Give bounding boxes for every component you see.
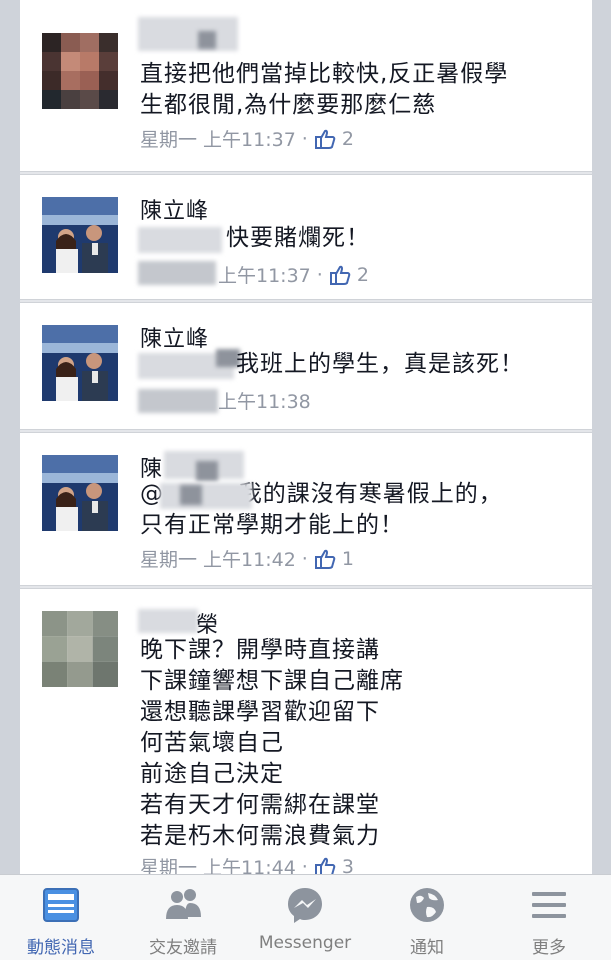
comment-item: 陳 @ 我的課沒有寒暑假上的， 只有正常學期才能上的！ 星期一 上午11:42 … [20, 432, 592, 586]
redacted-name [138, 609, 198, 633]
comment-feed: 直接把他們當掉比較快,反正暑假學 生都很閒,為什麼要那麼仁慈 星期一 上午11:… [20, 0, 592, 879]
comment-time[interactable]: 星期一 上午11:42 [140, 545, 296, 572]
redacted-date [138, 261, 216, 285]
separator: · [316, 263, 323, 286]
redacted-name [196, 461, 218, 481]
like-icon[interactable] [314, 128, 336, 150]
redacted-tag [160, 483, 252, 509]
comment-meta: 星期一 上午11:42 · 1 [140, 545, 354, 572]
tab-label: Messenger [258, 933, 352, 953]
comment-meta: 上午11:37 · 2 [218, 261, 369, 288]
comment-text: 我班上的學生，真是該死！ [236, 351, 524, 377]
comment-meta: 星期一 上午11:37 · 2 [140, 125, 354, 152]
separator: · [301, 547, 308, 570]
tab-friend-requests[interactable]: 交友邀請 [122, 875, 244, 960]
comment-item: 陳立峰 快要賭爛死！ 上午11:37 · 2 [20, 174, 592, 300]
friend-requests-icon [163, 885, 203, 925]
news-feed-icon [41, 885, 81, 925]
avatar[interactable] [42, 197, 118, 273]
redacted-tag [138, 227, 222, 253]
like-count[interactable]: 2 [357, 264, 369, 286]
comment-item: 榮 晚下課？開學時直接講 下課鐘響想下課自己離席 還想聽課學習歡迎留下 何苦氣壞… [20, 588, 592, 879]
globe-icon [407, 885, 447, 925]
comment-item: 直接把他們當掉比較快,反正暑假學 生都很閒,為什麼要那麼仁慈 星期一 上午11:… [20, 0, 592, 172]
commenter-name[interactable]: 陳立峰 [140, 193, 209, 225]
tab-messenger[interactable]: Messenger [244, 875, 366, 960]
avatar[interactable] [42, 611, 118, 687]
redacted-tag [180, 485, 202, 505]
tab-label: 通知 [410, 938, 444, 958]
tab-label: 更多 [532, 938, 566, 958]
redacted-date [138, 389, 218, 413]
like-icon[interactable] [314, 548, 336, 570]
avatar[interactable] [42, 455, 118, 531]
menu-icon [529, 885, 569, 925]
separator: · [301, 127, 308, 150]
comment-time[interactable]: 上午11:37 [218, 261, 311, 288]
comment-time[interactable]: 上午11:38 [218, 387, 311, 414]
like-count[interactable]: 1 [342, 548, 354, 570]
tab-label: 動態消息 [27, 938, 95, 958]
like-count[interactable]: 2 [342, 128, 354, 150]
comment-time[interactable]: 星期一 上午11:37 [140, 125, 296, 152]
comment-text: 快要賭爛死！ [226, 225, 370, 251]
avatar[interactable] [42, 325, 118, 401]
redacted-name [198, 31, 216, 49]
messenger-icon [285, 885, 325, 925]
tab-label: 交友邀請 [149, 938, 217, 958]
bottom-tab-bar: 動態消息 交友邀請 Messenger 通知 更多 [0, 874, 611, 960]
comment-text: 晚下課？開學時直接講 下課鐘響想下課自己離席 還想聽課學習歡迎留下 何苦氣壞自己… [140, 637, 404, 849]
tab-news-feed[interactable]: 動態消息 [0, 875, 122, 960]
commenter-name[interactable]: 陳立峰 [140, 321, 209, 353]
tab-more[interactable]: 更多 [488, 875, 610, 960]
comment-item: 陳立峰 我班上的學生，真是該死！ 上午11:38 [20, 302, 592, 430]
comment-text: 直接把他們當掉比較快,反正暑假學 生都很閒,為什麼要那麼仁慈 [140, 61, 509, 118]
tab-notifications[interactable]: 通知 [366, 875, 488, 960]
like-icon[interactable] [329, 264, 351, 286]
comment-meta: 上午11:38 [218, 387, 311, 414]
avatar[interactable] [42, 33, 118, 109]
redacted-name [138, 17, 238, 51]
